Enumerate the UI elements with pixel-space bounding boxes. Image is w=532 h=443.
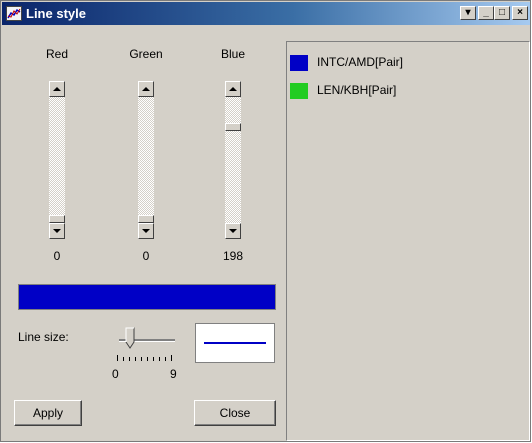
close-window-button[interactable]: × [512, 6, 528, 20]
window-title: Line style [26, 6, 86, 21]
series-color-swatch [290, 55, 308, 71]
color-settings-panel: Red 0 Green 0 Blue 198 Line size: 0 9 Ap… [1, 25, 283, 443]
series-label: LEN/KBH[Pair] [317, 83, 397, 97]
red-value: 0 [53, 249, 61, 263]
line-style-dialog: Line style ▾ _ □ × Red 0 Green 0 Blue 19… [0, 0, 531, 442]
green-up-arrow[interactable] [138, 81, 154, 97]
red-slider[interactable] [49, 81, 65, 239]
line-chart-icon [6, 6, 22, 21]
green-value: 0 [142, 249, 150, 263]
restore-button[interactable]: ▾ [460, 6, 476, 20]
series-color-swatch [290, 83, 308, 99]
line-size-min-label: 0 [112, 367, 119, 381]
blue-slider[interactable] [225, 81, 241, 239]
line-size-label: Line size: [18, 330, 69, 344]
red-up-arrow[interactable] [49, 81, 65, 97]
maximize-button[interactable]: □ [494, 6, 510, 20]
line-size-ticks [117, 355, 172, 361]
red-track[interactable] [49, 97, 65, 223]
line-size-thumb[interactable] [125, 327, 135, 349]
close-button[interactable]: Close [194, 400, 276, 426]
green-down-arrow[interactable] [138, 223, 154, 239]
title-bar[interactable]: Line style ▾ _ □ × [2, 2, 530, 25]
green-track[interactable] [138, 97, 154, 223]
blue-thumb[interactable] [225, 123, 241, 132]
series-list[interactable]: INTC/AMD[Pair] LEN/KBH[Pair] [286, 41, 530, 441]
blue-label: Blue [220, 47, 246, 61]
color-swatch [18, 284, 276, 310]
red-label: Red [45, 47, 68, 61]
blue-track[interactable] [225, 97, 241, 223]
minimize-button[interactable]: _ [478, 6, 494, 20]
line-preview [195, 323, 275, 363]
green-label: Green [129, 47, 163, 61]
blue-down-arrow[interactable] [225, 223, 241, 239]
green-thumb[interactable] [138, 215, 154, 223]
line-preview-stroke [204, 342, 266, 344]
green-slider[interactable] [138, 81, 154, 239]
apply-button[interactable]: Apply [14, 400, 82, 426]
red-thumb[interactable] [49, 215, 65, 223]
blue-value: 198 [222, 249, 244, 263]
red-down-arrow[interactable] [49, 223, 65, 239]
blue-up-arrow[interactable] [225, 81, 241, 97]
line-size-max-label: 9 [170, 367, 177, 381]
series-label: INTC/AMD[Pair] [317, 55, 404, 69]
